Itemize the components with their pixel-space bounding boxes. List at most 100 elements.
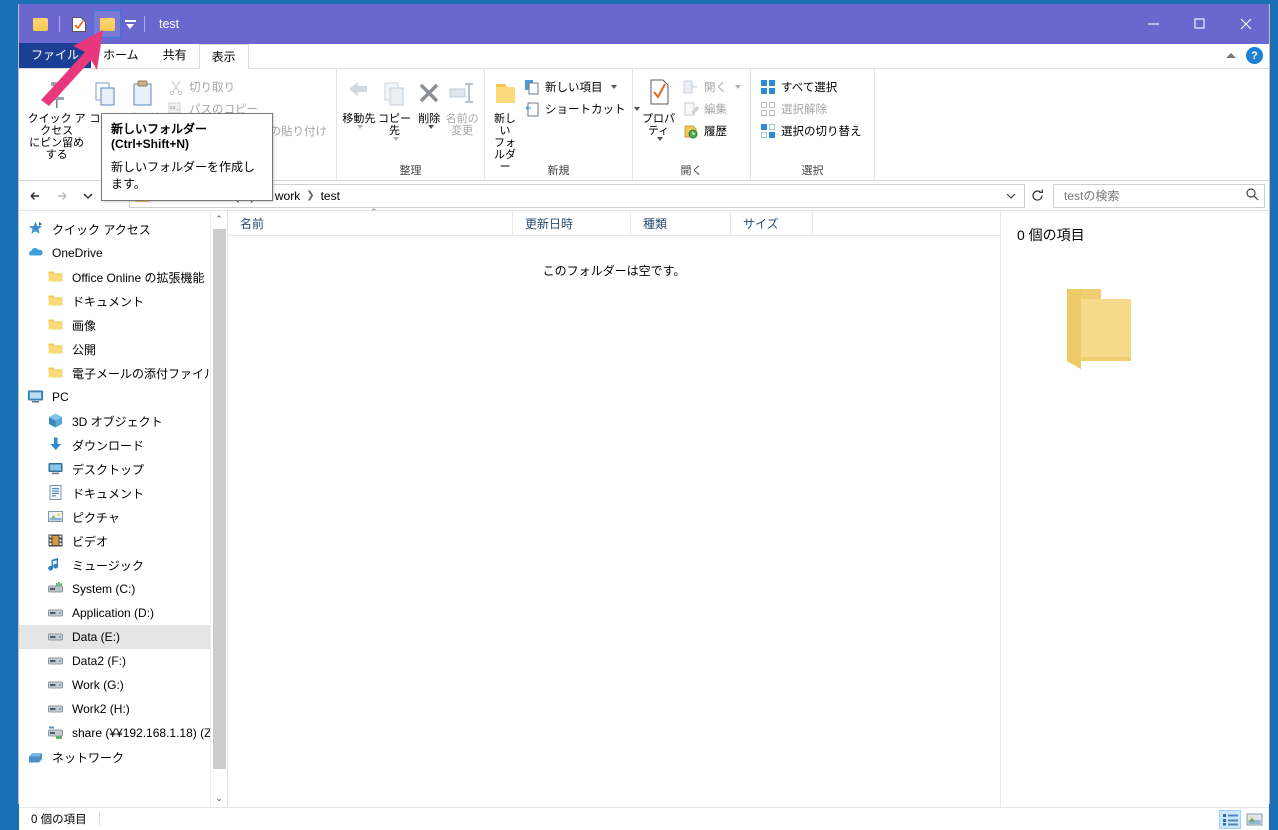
search-input[interactable] [1062, 187, 1245, 204]
column-header-size[interactable]: サイズ [731, 210, 813, 236]
tab-share[interactable]: 共有 [151, 43, 199, 68]
sidebar-item-2[interactable]: Office Online の拡張機能 [19, 265, 227, 289]
history-button[interactable]: 履歴 [679, 120, 745, 142]
shortcut-button[interactable]: ショートカット [520, 98, 644, 120]
sidebar-item-21[interactable]: share (¥¥192.168.1.18) (Z:) [19, 721, 227, 745]
file-list-pane[interactable]: ⌃ 名前 更新日時 種類 サイズ このフォルダーは空です。 [228, 207, 1001, 807]
close-button[interactable] [1223, 4, 1269, 44]
sidebar-item-1[interactable]: OneDrive [19, 241, 227, 265]
rename-button[interactable]: 名前の 変更 [445, 72, 479, 137]
edit-button[interactable]: 編集 [679, 98, 745, 120]
select-all-label: すべて選択 [781, 82, 838, 94]
pin-icon [44, 76, 70, 110]
sidebar-item-13[interactable]: ビデオ [19, 529, 227, 553]
ribbon-group-open: プロパティ 開く 編集 履歴 開く [633, 69, 751, 181]
navigation-scrollbar[interactable]: ⌃ ⌄ [210, 211, 227, 807]
invert-selection-button[interactable]: 選択の切り替え [756, 120, 866, 142]
sidebar-item-14[interactable]: ミュージック [19, 553, 227, 577]
maximize-button[interactable] [1177, 4, 1223, 44]
properties-button[interactable]: プロパティ [638, 72, 679, 141]
tab-view[interactable]: 表示 [198, 44, 249, 69]
sidebar-item-6[interactable]: 電子メールの添付ファイル [19, 361, 227, 385]
select-all-button[interactable]: すべて選択 [756, 76, 866, 98]
chevron-down-icon[interactable] [393, 137, 400, 141]
select-all-icon [760, 79, 776, 95]
ribbon-group-label-organize: 整理 [399, 165, 422, 177]
properties-label: プロパティ [642, 113, 675, 137]
sidebar-item-5[interactable]: 公開 [19, 337, 227, 361]
chevron-down-icon[interactable] [735, 85, 741, 89]
help-icon[interactable]: ? [1246, 47, 1263, 64]
move-to-button[interactable]: 移動先 [342, 72, 376, 129]
ribbon-group-select: すべて選択 選択解除 選択の切り替え 選択 [751, 69, 875, 181]
select-none-button[interactable]: 選択解除 [756, 98, 866, 120]
sidebar-item-12[interactable]: ピクチャ [19, 505, 227, 529]
new-folder-button[interactable]: 新しい フォルダー [490, 72, 520, 173]
chevron-down-icon[interactable] [357, 125, 364, 129]
sidebar-item-18[interactable]: Data2 (F:) [19, 649, 227, 673]
sidebar-item-9[interactable]: ダウンロード [19, 433, 227, 457]
tooltip-title: 新しいフォルダー (Ctrl+Shift+N) [111, 122, 208, 151]
sidebar-item-label: OneDrive [52, 246, 103, 260]
sidebar-item-label: Work2 (H:) [72, 702, 130, 716]
chevron-up-icon[interactable] [1226, 53, 1236, 58]
tab-home[interactable]: ホーム [91, 43, 151, 68]
chevron-down-icon[interactable] [427, 125, 434, 129]
sidebar-item-19[interactable]: Work (G:) [19, 673, 227, 697]
paste-icon [130, 76, 156, 110]
sidebar-item-10[interactable]: デスクトップ [19, 457, 227, 481]
navigation-tree: クイック アクセス OneDrive Office Online の拡張機能 ドキュメ… [19, 211, 227, 769]
column-header-type-label: 種類 [643, 216, 668, 231]
delete-button[interactable]: 削除 [413, 72, 445, 129]
sidebar-item-22[interactable]: ネットワーク [19, 745, 227, 769]
qat-customize-icon[interactable] [122, 11, 138, 37]
select-none-label: 選択解除 [781, 104, 827, 116]
refresh-button[interactable] [1025, 184, 1049, 208]
copy-to-button[interactable]: コピー先 [376, 72, 414, 141]
cut-button[interactable]: 切り取り [164, 76, 331, 98]
previous-locations-icon[interactable] [1000, 190, 1022, 202]
scrollbar-thumb[interactable] [213, 229, 226, 769]
sidebar-item-8[interactable]: 3D オブジェクト [19, 409, 227, 433]
qat-new-folder-icon[interactable] [93, 10, 121, 38]
scroll-down-arrow[interactable]: ⌄ [211, 790, 227, 807]
sidebar-item-7[interactable]: PC [19, 385, 227, 409]
explorer-body: クイック アクセス OneDrive Office Online の拡張機能 ドキュメ… [19, 207, 1269, 807]
sidebar-item-11[interactable]: ドキュメント [19, 481, 227, 505]
sidebar-item-17[interactable]: Data (E:) [19, 625, 227, 649]
qat-properties-icon[interactable] [66, 11, 92, 37]
sidebar-item-0[interactable]: クイック アクセス [19, 217, 227, 241]
column-header-date-modified[interactable]: 更新日時 [513, 210, 631, 236]
sidebar-item-3[interactable]: ドキュメント [19, 289, 227, 313]
sidebar-item-20[interactable]: Work2 (H:) [19, 697, 227, 721]
sidebar-item-16[interactable]: Application (D:) [19, 601, 227, 625]
search-icon[interactable] [1245, 187, 1260, 205]
sidebar-item-15[interactable]: System (C:) [19, 577, 227, 601]
open-button[interactable]: 開く [679, 76, 745, 98]
column-header-name[interactable]: ⌃ 名前 [228, 207, 513, 236]
column-header-date-modified-label: 更新日時 [525, 216, 574, 231]
breadcrumb-item-test[interactable]: test [316, 189, 345, 203]
new-item-button[interactable]: 新しい項目 [520, 76, 644, 98]
breadcrumb-item-work[interactable]: work [270, 189, 305, 203]
search-box[interactable] [1053, 183, 1265, 208]
scroll-up-arrow[interactable]: ⌃ [211, 211, 227, 228]
forward-button[interactable] [49, 183, 75, 209]
details-view-button[interactable] [1219, 809, 1241, 829]
sidebar-item-4[interactable]: 画像 [19, 313, 227, 337]
large-icons-view-button[interactable] [1243, 810, 1265, 829]
qat-folder-icon[interactable] [27, 11, 53, 37]
column-header-type[interactable]: 種類 [631, 210, 731, 236]
recent-locations-button[interactable] [75, 183, 101, 209]
invert-selection-label: 選択の切り替え [781, 126, 862, 138]
pin-to-quick-access-button[interactable]: クイック アクセス にピン留めする [24, 72, 89, 161]
tab-file[interactable]: ファイル [19, 43, 92, 68]
minimize-button[interactable] [1131, 4, 1177, 44]
sidebar-item-label: ビデオ [72, 534, 109, 549]
back-button[interactable] [23, 183, 49, 209]
chevron-down-icon[interactable] [610, 85, 617, 89]
large-folder-icon [1063, 283, 1253, 378]
copy-to-label: コピー先 [378, 113, 412, 137]
chevron-down-icon[interactable] [657, 137, 663, 141]
properties-icon [646, 76, 672, 110]
